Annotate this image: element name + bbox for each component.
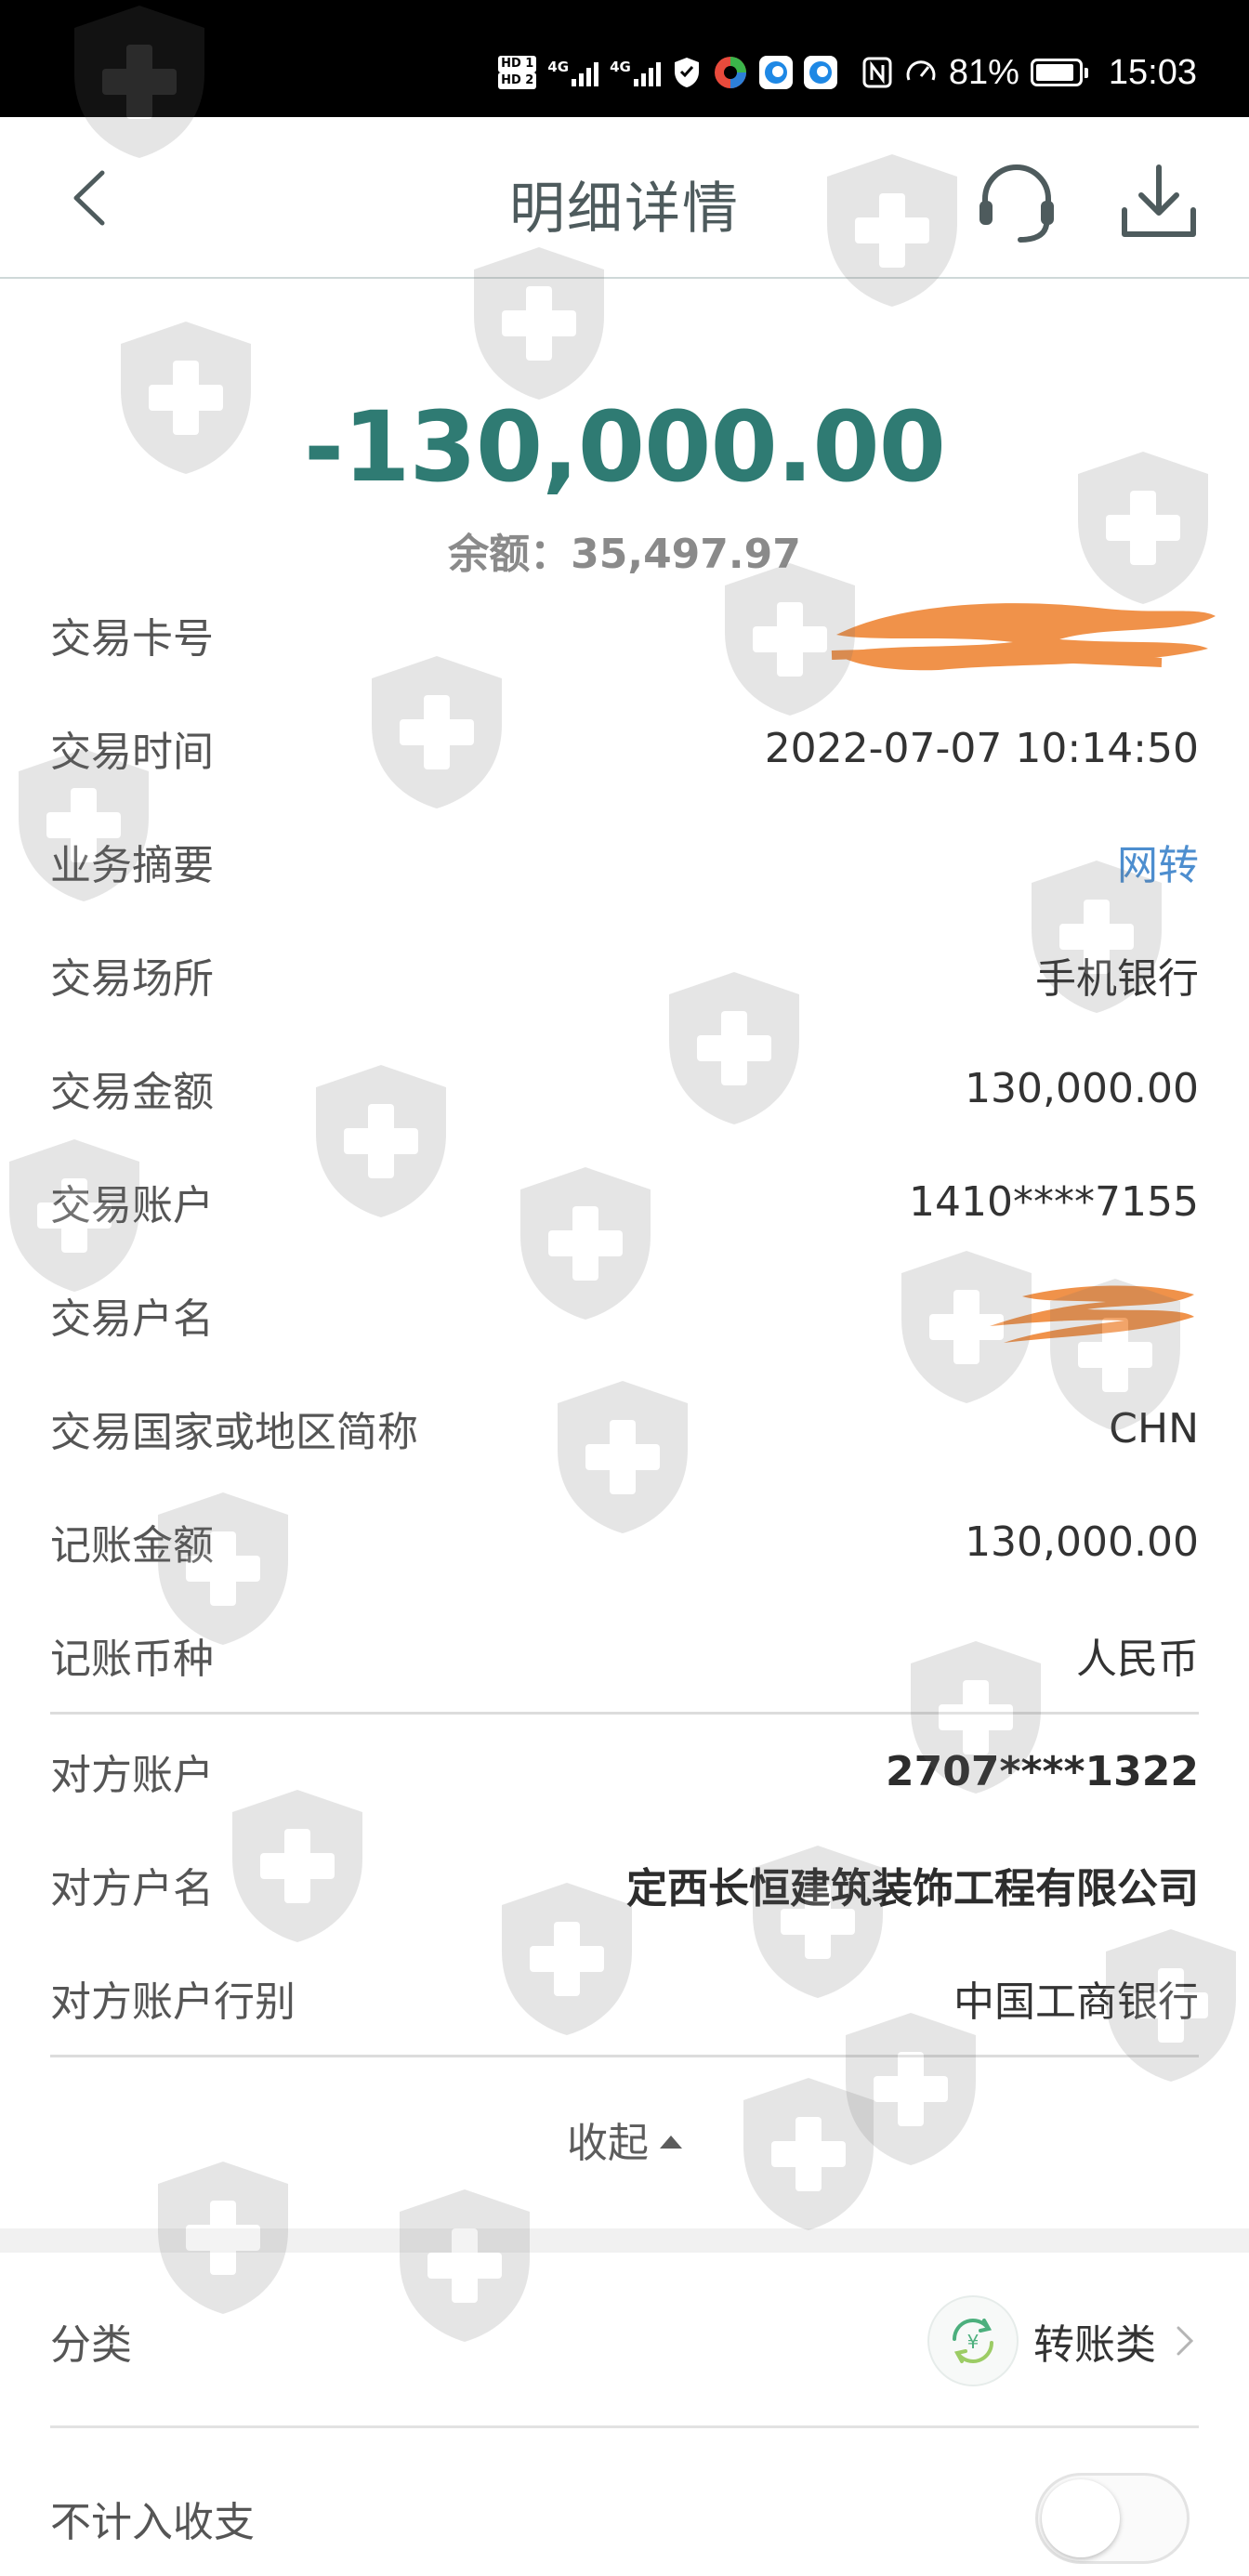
detail-value: 手机银行 [1035,955,1199,1003]
detail-label: 交易场所 [50,955,214,1003]
detail-label: 对方账户 [50,1752,214,1799]
detail-label: 记账币种 [50,1636,214,1683]
detail-label: 交易时间 [50,729,214,776]
detail-label: 交易国家或地区简称 [50,1409,418,1456]
detail-label: 交易户名 [50,1295,214,1343]
detail-label: 交易卡号 [50,615,214,663]
detail-row-currency: 记账币种 人民币 [50,1598,1199,1712]
exclude-toggle[interactable] [1035,2473,1190,2564]
signal-icon-2: 4G [610,59,661,86]
detail-row-counterparty-bank: 对方账户行别 中国工商银行 [50,1941,1199,2055]
detail-value: 130,000.00 [965,1518,1199,1566]
svg-text:¥: ¥ [967,2331,979,2353]
section-gap [0,2228,1249,2253]
detail-value: 2707****1322 [886,1747,1199,1795]
detail-value: 中国工商银行 [953,1978,1199,2026]
detail-row-card-number: 交易卡号 [50,578,1216,691]
yuan-transfer-icon: ¥ [927,2295,1019,2386]
detail-row-country: 交易国家或地区简称 CHN [50,1372,1199,1485]
clock: 15:03 [1108,52,1197,92]
detail-row-place: 交易场所 手机银行 [50,918,1199,1032]
headset-icon[interactable] [972,158,1061,247]
detail-row-booked-amount: 记账金额 130,000.00 [50,1485,1199,1598]
detail-list: 交易卡号 交易时间 2022-07-07 10:14:50 业务摘要 网转 交易… [50,578,1216,2057]
detail-label: 对方户名 [50,1865,214,1912]
chevron-right-icon [1177,2326,1194,2356]
detail-label: 交易账户 [50,1182,214,1229]
collapse-label: 收起 [567,2120,649,2167]
detail-value: 2022-07-07 10:14:50 [764,724,1199,772]
app-notification-icon [714,57,746,88]
detail-label: 对方账户行别 [50,1978,296,2026]
divider [50,2055,1199,2057]
detail-row-counterparty-name: 对方户名 定西长恒建筑装饰工程有限公司 [50,1828,1199,1941]
redaction-mark [985,1278,1199,1352]
exclude-row: 不计入收支 [50,2472,1199,2565]
browser-icon-2 [803,56,837,89]
balance-text: 余额：35,497.97 [448,531,801,578]
detail-value: 人民币 [1076,1636,1199,1683]
category-value: 转账类 [1033,2321,1156,2369]
speed-icon [906,60,936,81]
hd-indicator: HD 1 HD 2 [498,56,537,89]
summary-link[interactable]: 网转 [1117,832,1199,891]
nav-bar: 明细详情 [0,117,1249,279]
detail-label: 交易金额 [50,1069,214,1116]
status-bar: HD 1 HD 2 4G 4G 81% 15:03 [0,0,1249,117]
battery-icon [1030,59,1088,86]
detail-row-counterparty-account: 对方账户 2707****1322 [50,1715,1199,1828]
detail-label: 业务摘要 [50,842,214,889]
signal-icon: 4G [547,59,599,86]
transaction-amount: -130,000.00 [303,390,946,504]
exclude-label: 不计入收支 [50,2499,255,2546]
battery-percent: 81% [948,52,1019,92]
shield-status-icon [674,58,699,87]
page-title: 明细详情 [509,177,740,242]
category-label: 分类 [50,2321,132,2369]
download-icon[interactable] [1117,160,1201,243]
collapse-button[interactable]: 收起 [0,2109,1249,2169]
detail-value: 1410****7155 [909,1177,1199,1226]
divider [50,2425,1199,2428]
detail-row-amount: 交易金额 130,000.00 [50,1032,1199,1145]
category-row[interactable]: 分类 ¥ 转账类 [50,2290,1199,2392]
detail-row-time: 交易时间 2022-07-07 10:14:50 [50,691,1199,805]
detail-row-summary: 业务摘要 网转 [50,805,1199,918]
detail-label: 记账金额 [50,1522,214,1570]
detail-value: 定西长恒建筑装饰工程有限公司 [626,1865,1199,1912]
browser-icon [758,56,793,89]
redaction-mark [827,598,1216,672]
nfc-icon [862,57,892,88]
detail-row-account-name: 交易户名 [50,1258,1199,1372]
caret-up-icon [660,2136,682,2149]
detail-value: 130,000.00 [965,1064,1199,1112]
detail-row-account: 交易账户 1410****7155 [50,1145,1199,1258]
detail-value: CHN [1109,1404,1199,1452]
